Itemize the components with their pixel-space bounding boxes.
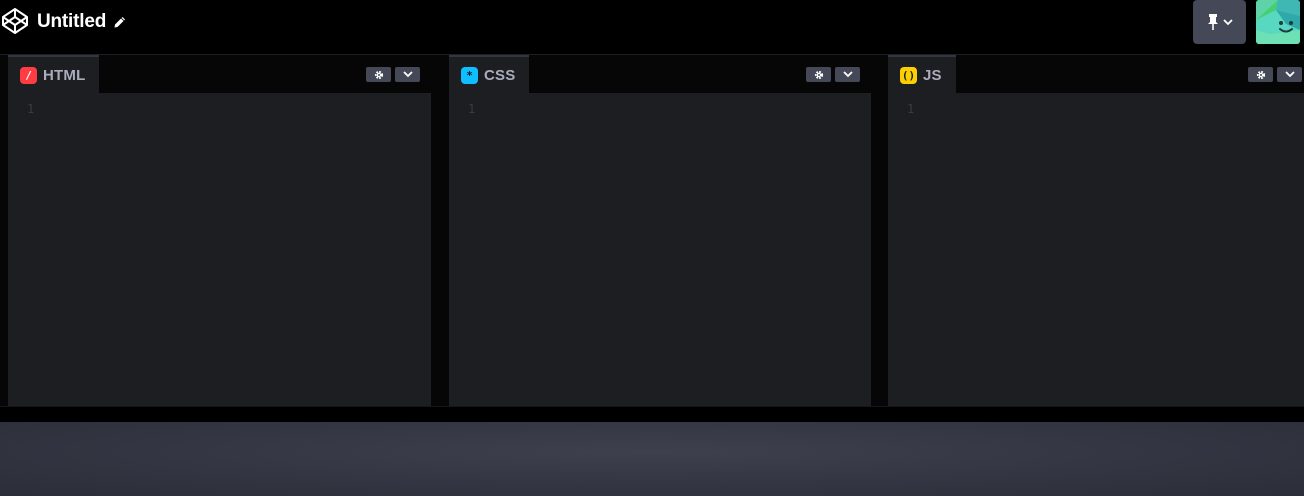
html-editor-controls bbox=[366, 67, 420, 82]
js-code-input[interactable] bbox=[932, 97, 1298, 400]
codepen-logo-icon[interactable] bbox=[1, 7, 29, 35]
gear-icon bbox=[814, 70, 823, 79]
chevron-down-icon bbox=[1223, 18, 1233, 25]
tab-css[interactable]: * CSS bbox=[449, 55, 530, 93]
chevron-down-icon bbox=[842, 71, 853, 78]
pin-dropdown-button[interactable] bbox=[1193, 0, 1246, 44]
chevron-down-icon bbox=[402, 71, 413, 78]
js-editor-controls bbox=[1248, 67, 1302, 82]
pen-title-group[interactable]: Untitled bbox=[37, 8, 126, 36]
css-editor-controls bbox=[806, 67, 860, 82]
line-number: 1 bbox=[468, 102, 476, 116]
preview-pane[interactable] bbox=[0, 422, 1304, 496]
tab-html-label: HTML bbox=[43, 66, 86, 84]
line-number: 1 bbox=[27, 102, 35, 116]
user-avatar[interactable] bbox=[1256, 0, 1300, 44]
html-code-input[interactable] bbox=[52, 97, 425, 400]
editor-resize-handle[interactable] bbox=[871, 55, 888, 406]
gear-icon bbox=[1256, 70, 1265, 79]
editors-area: / HTML 1 * CSS 1 () JS 1 bbox=[0, 54, 1304, 406]
html-icon: / bbox=[20, 66, 37, 84]
html-settings-button[interactable] bbox=[366, 67, 391, 82]
css-settings-button[interactable] bbox=[806, 67, 831, 82]
js-icon: () bbox=[900, 66, 917, 84]
editor-resize-handle[interactable] bbox=[431, 55, 449, 406]
tab-css-label: CSS bbox=[484, 66, 516, 84]
html-collapse-button[interactable] bbox=[395, 67, 420, 82]
preview-resize-bar[interactable] bbox=[0, 406, 1304, 422]
css-collapse-button[interactable] bbox=[835, 67, 860, 82]
js-settings-button[interactable] bbox=[1248, 67, 1273, 82]
tab-html[interactable]: / HTML bbox=[8, 55, 100, 93]
line-number: 1 bbox=[907, 102, 915, 116]
gear-icon bbox=[374, 70, 383, 79]
js-collapse-button[interactable] bbox=[1277, 67, 1302, 82]
pencil-icon[interactable] bbox=[113, 16, 126, 29]
css-icon: * bbox=[461, 66, 478, 84]
css-code-input[interactable] bbox=[493, 97, 865, 400]
html-editor-panel: / HTML 1 bbox=[8, 55, 431, 406]
pen-title[interactable]: Untitled bbox=[37, 11, 106, 33]
js-editor-panel: () JS 1 bbox=[888, 55, 1304, 406]
tab-js[interactable]: () JS bbox=[888, 55, 956, 93]
top-header: Untitled bbox=[0, 0, 1304, 44]
pin-icon bbox=[1208, 14, 1218, 30]
css-editor-panel: * CSS 1 bbox=[449, 55, 871, 406]
tab-js-label: JS bbox=[923, 66, 942, 84]
chevron-down-icon bbox=[1284, 71, 1295, 78]
